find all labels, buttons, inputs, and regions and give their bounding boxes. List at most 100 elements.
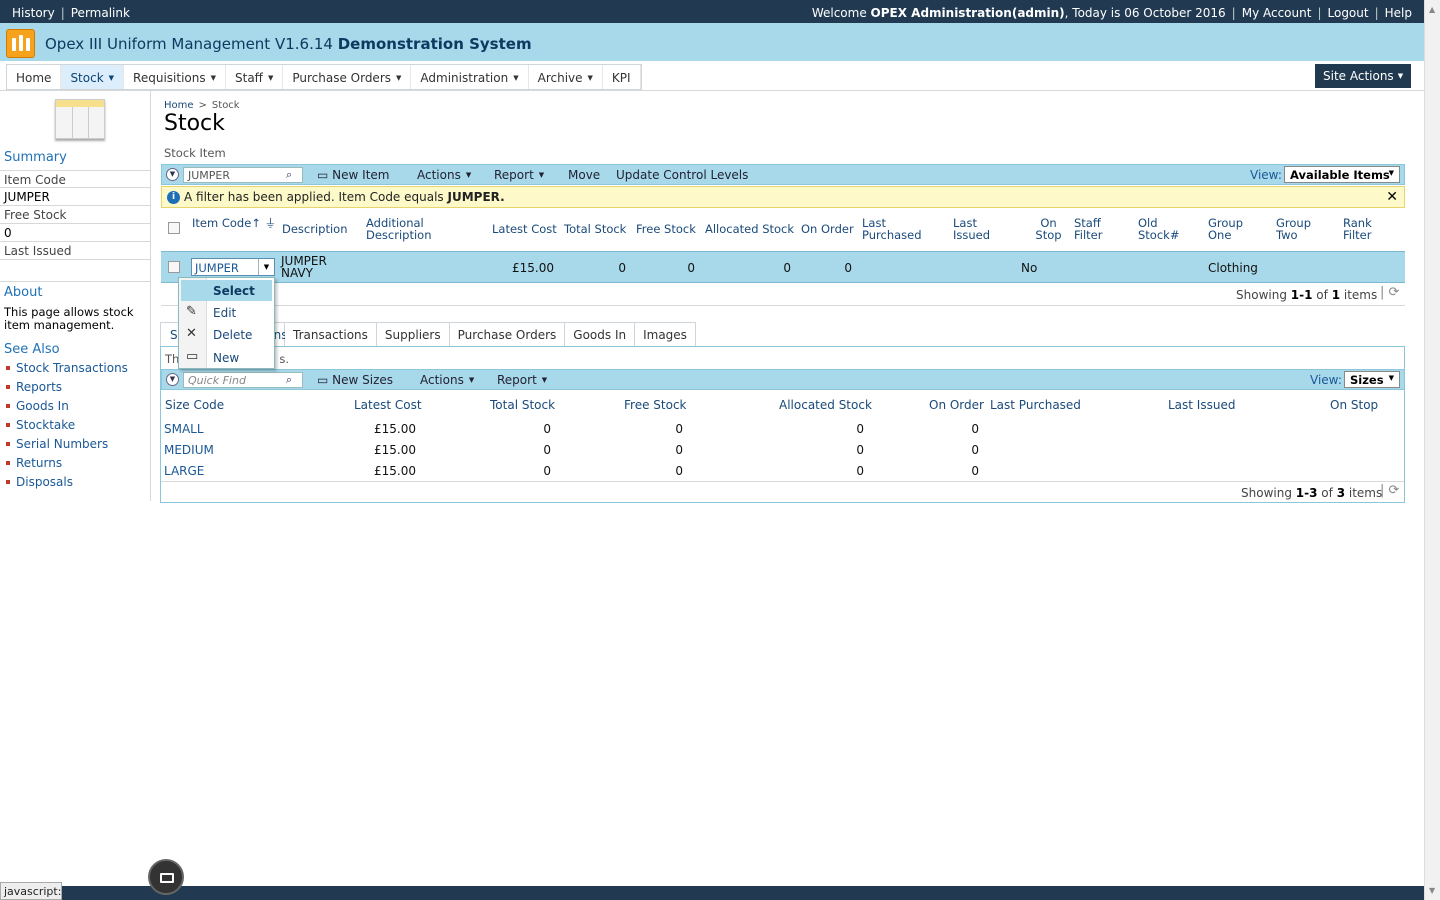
page-title: Stock [164, 111, 225, 136]
filter-notice: i A filter has been applied. Item Code e… [161, 186, 1405, 208]
permalink-link[interactable]: Permalink [71, 6, 130, 20]
nav-staff[interactable]: Staff ▼ [226, 65, 284, 89]
tab-images[interactable]: Images [635, 322, 696, 347]
header-group-one[interactable]: Group One [1208, 217, 1253, 241]
see-also-stock-transactions[interactable]: Stock Transactions [6, 361, 128, 380]
item-code-value: JUMPER [0, 188, 150, 206]
nav-requisitions[interactable]: Requisitions ▼ [124, 65, 226, 89]
menu-item-delete[interactable]: ✕ Delete [181, 324, 272, 345]
see-also-disposals[interactable]: Disposals [6, 475, 128, 494]
see-also-stocktake[interactable]: Stocktake [6, 418, 128, 437]
header-free-stock[interactable]: Free Stock [636, 223, 696, 235]
sizes-actions-menu[interactable]: Actions ▼ [420, 373, 474, 387]
sizes-header-total-stock[interactable]: Total Stock [490, 398, 555, 412]
header-last-issued[interactable]: Last Issued [953, 217, 1003, 241]
report-menu[interactable]: Report ▼ [494, 168, 544, 182]
collapse-icon[interactable]: ▼ [166, 168, 179, 181]
scroll-up-icon[interactable]: ▲ [1429, 5, 1435, 14]
size-cost: £15.00 [374, 443, 416, 457]
size-code-link[interactable]: LARGE [164, 464, 204, 478]
header-latest-cost[interactable]: Latest Cost [492, 223, 557, 235]
sizes-header-on-order[interactable]: On Order [929, 398, 984, 412]
chevron-down-icon[interactable]: ▼ [258, 259, 274, 275]
sizes-view-select[interactable]: Sizes ▼ [1344, 371, 1400, 388]
row-on-stop: No [1021, 261, 1038, 275]
close-icon[interactable]: ✕ [1386, 189, 1398, 205]
search-icon[interactable]: ⌕ [286, 168, 292, 182]
see-also-goods-in[interactable]: Goods In [6, 399, 128, 418]
actions-menu[interactable]: Actions ▼ [417, 168, 471, 182]
tab-goods-in[interactable]: Goods In [565, 322, 636, 347]
header-additional-description[interactable]: Additional Description [366, 217, 446, 241]
header-item-code[interactable]: Item Code↑ ⏚ [192, 217, 276, 229]
nav-archive[interactable]: Archive ▼ [529, 65, 603, 89]
refresh-icon[interactable]: | ⟳ [1380, 285, 1399, 300]
sizes-header-last-purchased[interactable]: Last Purchased [990, 398, 1081, 412]
vertical-scrollbar[interactable]: ▲ ▼ [1424, 0, 1440, 900]
header-staff-filter[interactable]: Staff Filter [1074, 217, 1114, 241]
mail-button[interactable] [148, 859, 184, 895]
view-select[interactable]: Available Items ▼ [1284, 166, 1400, 183]
header-allocated-stock[interactable]: Allocated Stock [705, 223, 794, 235]
header-on-order[interactable]: On Order [801, 223, 854, 235]
see-also-serial-numbers[interactable]: Serial Numbers [6, 437, 128, 456]
item-code-dropdown[interactable]: JUMPER ▼ [191, 258, 275, 276]
logout-link[interactable]: Logout [1328, 6, 1369, 20]
header-rank-filter[interactable]: Rank Filter [1343, 217, 1383, 241]
nav-home[interactable]: Home [7, 65, 62, 89]
nav-kpi[interactable]: KPI [603, 65, 641, 89]
see-also-reports[interactable]: Reports [6, 380, 128, 399]
new-item-button[interactable]: ▭ New Item [317, 168, 389, 182]
sizes-header-allocated-stock[interactable]: Allocated Stock [779, 398, 872, 412]
size-code-link[interactable]: SMALL [164, 422, 204, 436]
header-total-stock[interactable]: Total Stock [564, 223, 626, 235]
nav-stock[interactable]: Stock ▼ [61, 65, 125, 89]
collapse-icon[interactable]: ▼ [166, 373, 179, 386]
sizes-header-latest-cost[interactable]: Latest Cost [354, 398, 422, 412]
size-free: 0 [675, 443, 683, 457]
size-total: 0 [543, 464, 551, 478]
menu-item-select[interactable]: Select [181, 280, 272, 301]
update-control-levels-button[interactable]: Update Control Levels [616, 168, 748, 182]
filter-icon[interactable]: ⏚ [265, 216, 277, 230]
search-input[interactable]: JUMPER [183, 167, 303, 183]
sizes-header-code[interactable]: Size Code [165, 398, 224, 412]
sizes-report-menu[interactable]: Report ▼ [497, 373, 547, 387]
sizes-header-on-stop[interactable]: On Stop [1330, 398, 1378, 412]
history-link[interactable]: History [12, 6, 55, 20]
see-also-returns[interactable]: Returns [6, 456, 128, 475]
refresh-icon[interactable]: | ⟳ [1380, 483, 1399, 498]
nav-purchase-orders[interactable]: Purchase Orders ▼ [283, 65, 412, 89]
select-all-checkbox[interactable] [168, 222, 180, 234]
title-bar: Opex III Uniform Management V1.6.14 Demo… [0, 23, 1424, 61]
tab-transactions[interactable]: Transactions [285, 322, 377, 347]
quick-find-input[interactable]: Quick Find [183, 372, 303, 388]
sizes-header-free-stock[interactable]: Free Stock [624, 398, 687, 412]
menu-item-new[interactable]: ▭ New [181, 347, 272, 368]
new-sizes-button[interactable]: ▭ New Sizes [317, 373, 393, 387]
header-group-two[interactable]: Group Two [1276, 217, 1321, 241]
tab-purchase-orders[interactable]: Purchase Orders [449, 322, 566, 347]
help-link[interactable]: Help [1385, 6, 1412, 20]
row-checkbox[interactable] [168, 261, 180, 273]
sizes-header-last-issued[interactable]: Last Issued [1168, 398, 1235, 412]
size-free: 0 [675, 422, 683, 436]
dropdown-arrow-icon: ▼ [396, 74, 402, 82]
header-last-purchased[interactable]: Last Purchased [862, 217, 932, 241]
size-code-link[interactable]: MEDIUM [164, 443, 214, 457]
menu-item-edit[interactable]: ✎ Edit [181, 302, 272, 323]
nav-administration[interactable]: Administration ▼ [411, 65, 529, 89]
tab-suppliers[interactable]: Suppliers [376, 322, 450, 347]
row-total-stock: 0 [618, 261, 626, 275]
header-on-stop[interactable]: On Stop [1031, 217, 1066, 241]
breadcrumb-home[interactable]: Home [164, 100, 194, 111]
move-button[interactable]: Move [568, 168, 600, 182]
my-account-link[interactable]: My Account [1242, 6, 1312, 20]
table-row[interactable]: JUMPER ▼ JUMPER NAVY £15.00 0 0 0 0 No Cl… [161, 251, 1405, 283]
envelope-icon [160, 873, 174, 883]
site-actions-button[interactable]: Site Actions ▼ [1315, 64, 1411, 88]
header-description[interactable]: Description [282, 223, 348, 235]
scroll-down-icon[interactable]: ▼ [1429, 886, 1435, 895]
search-icon[interactable]: ⌕ [286, 373, 292, 387]
header-old-stock[interactable]: Old Stock# [1138, 217, 1183, 241]
